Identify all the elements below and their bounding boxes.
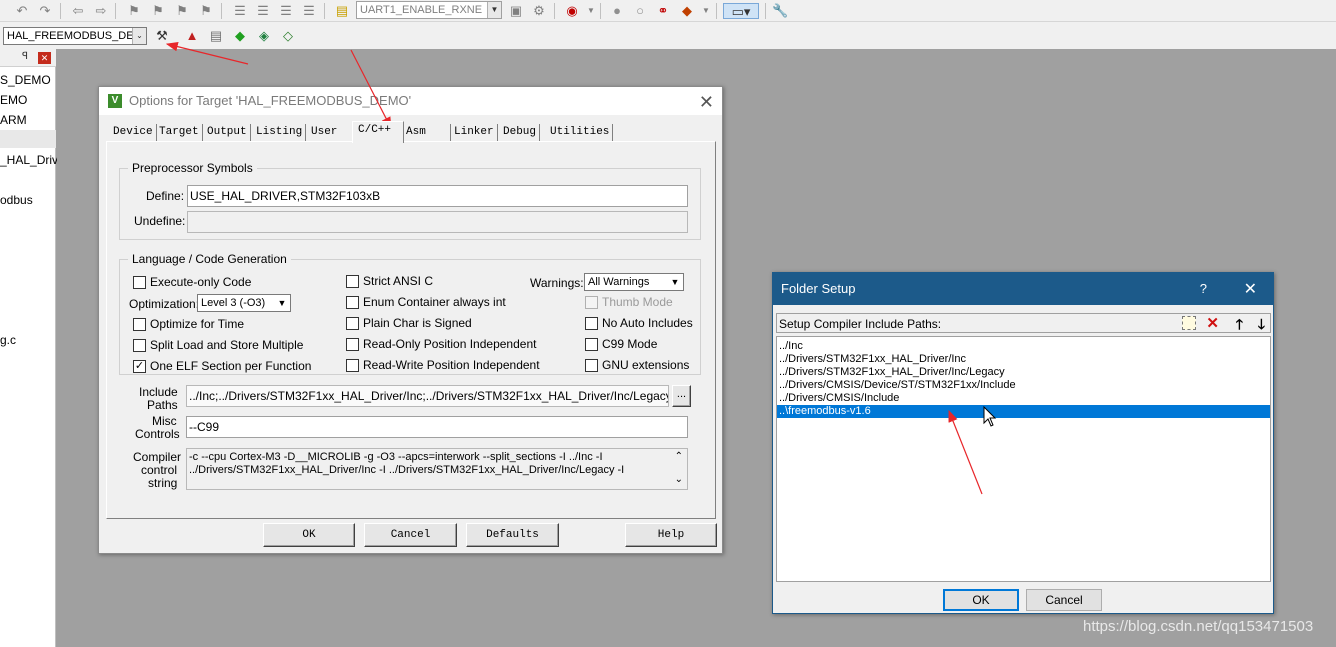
annotation-arrows [165,41,983,495]
annotation-arrow [165,41,249,65]
annotation-arrow [350,49,392,130]
watermark: https://blog.csdn.net/qq153471503 [1083,618,1314,635]
tab-cpp[interactable]: C/C++ [352,121,404,143]
annotation-arrow [948,409,983,495]
